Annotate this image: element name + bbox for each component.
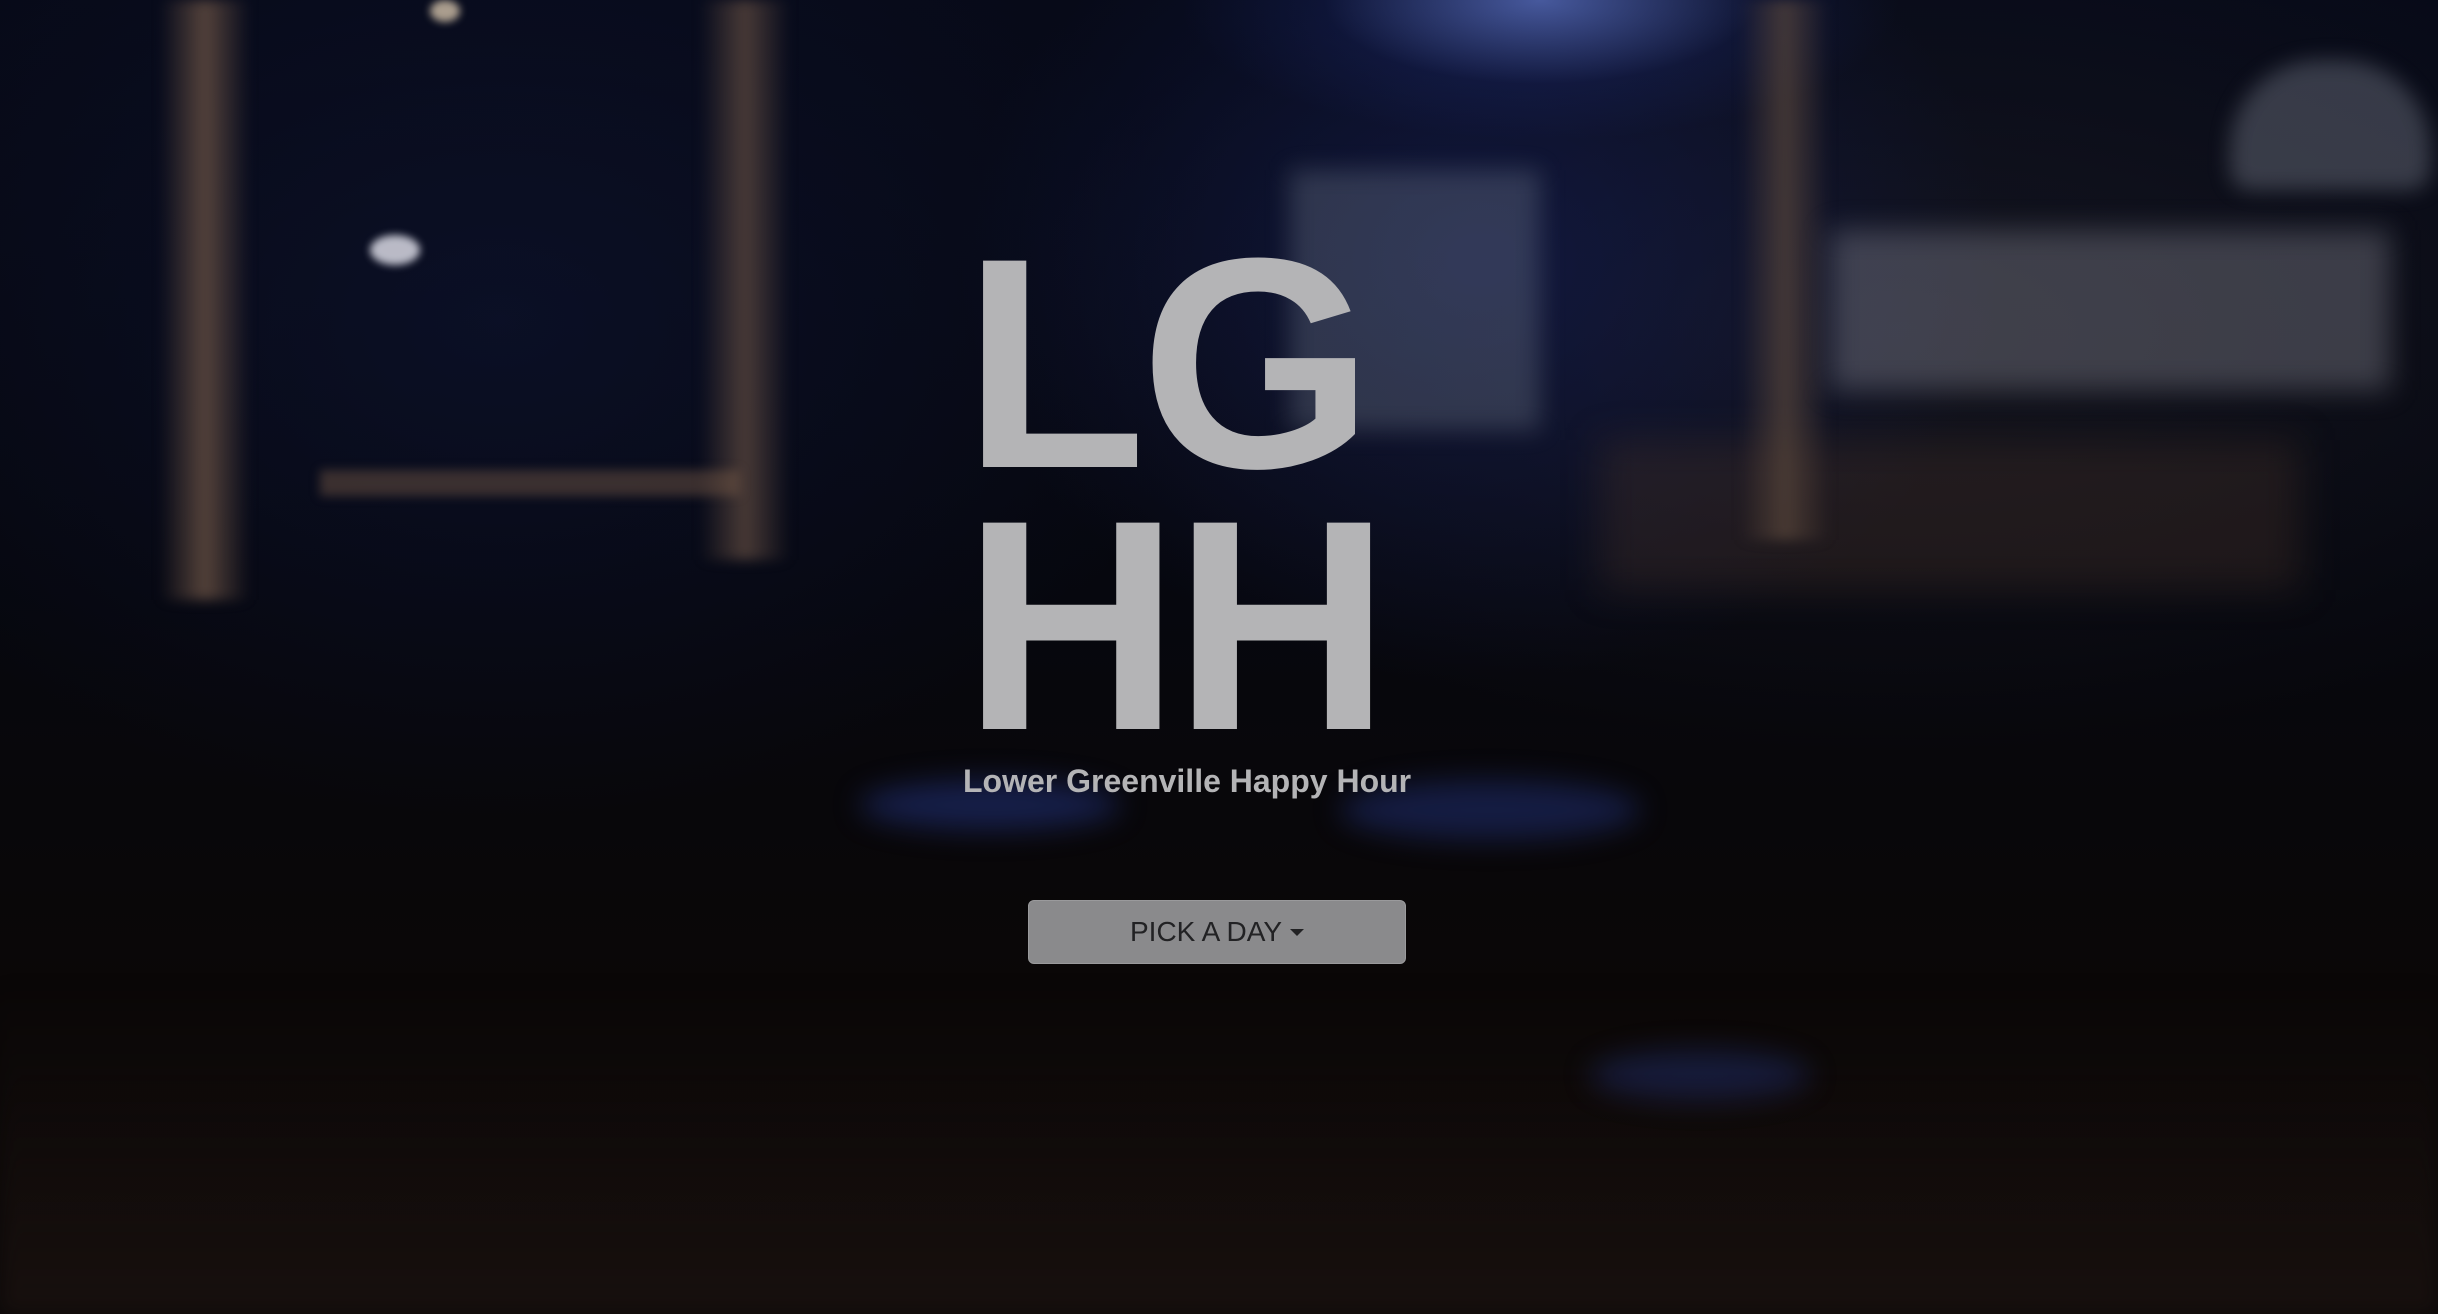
- background-post: [1740, 0, 1830, 540]
- hero-background: LG HH Lower Greenville Happy Hour PICK A…: [0, 0, 2438, 1314]
- background-window: [1830, 230, 2390, 390]
- site-logo: LG HH Lower Greenville Happy Hour: [963, 195, 1455, 800]
- pick-a-day-label: PICK A DAY: [1130, 916, 1282, 947]
- logo-line-hh: HH: [963, 457, 1390, 793]
- background-light: [430, 0, 460, 22]
- background-counter: [1600, 440, 2300, 590]
- background-post: [160, 0, 250, 600]
- background-car: [2230, 60, 2430, 190]
- logo-subtitle: Lower Greenville Happy Hour: [963, 763, 1412, 799]
- pick-a-day-dropdown[interactable]: PICK A DAY: [1028, 900, 1406, 964]
- background-floor: [0, 980, 2438, 1314]
- background-table: [1590, 1050, 1810, 1100]
- logo-line-lg: LG: [963, 195, 1374, 531]
- background-window-sill: [320, 470, 740, 496]
- background-light: [370, 235, 420, 265]
- caret-down-icon: [1290, 928, 1304, 936]
